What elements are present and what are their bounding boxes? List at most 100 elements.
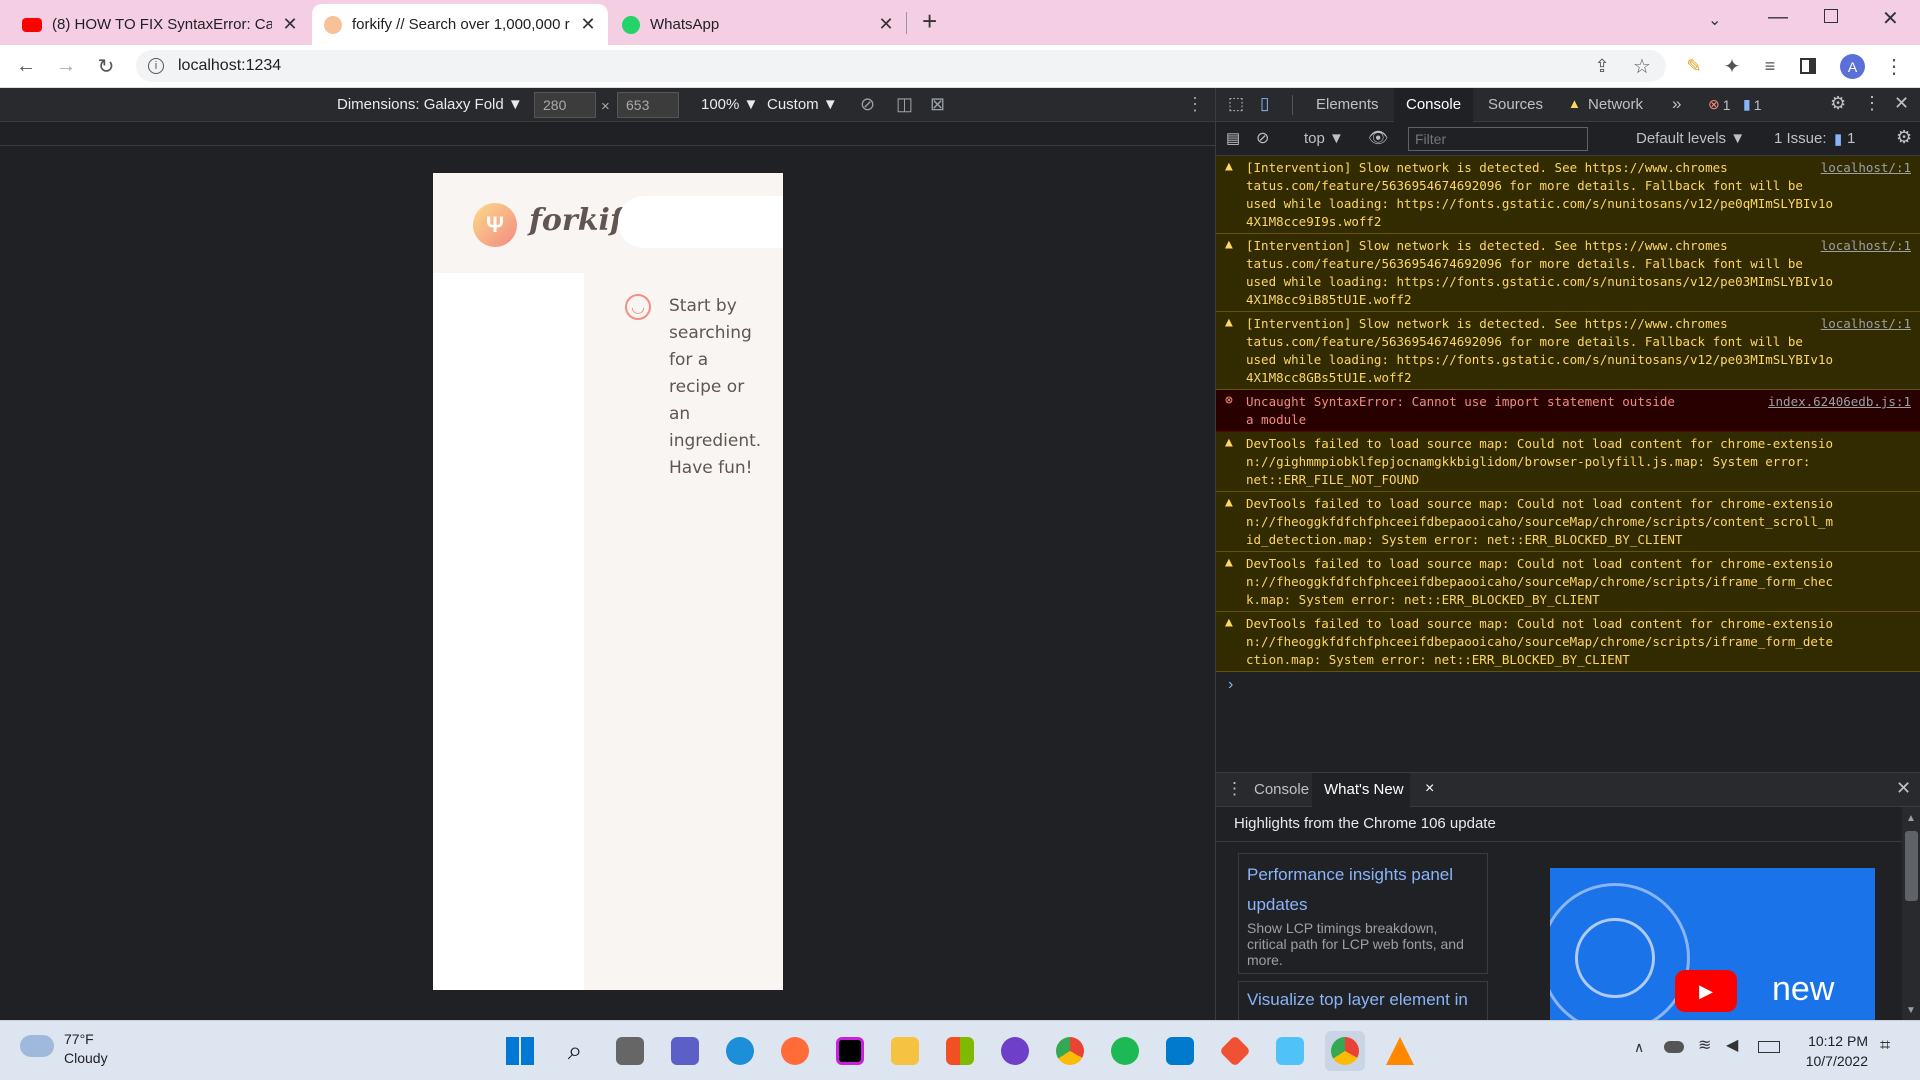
drawer-tab-close-icon[interactable]: ×	[1425, 780, 1434, 798]
tab-elements[interactable]: Elements	[1304, 88, 1391, 122]
error-counter[interactable]: ⊗ 1	[1708, 96, 1731, 113]
task-view-icon[interactable]	[610, 1031, 650, 1071]
dual-screen-icon[interactable]: ◫	[896, 94, 913, 115]
tab-forkify[interactable]: forkify // Search over 1,000,000 recipes…	[312, 4, 608, 45]
bookmark-star-icon[interactable]: ☆	[1628, 52, 1656, 80]
card-title[interactable]: Performance insights panel updates	[1247, 860, 1479, 920]
new-tab-button[interactable]: +	[922, 6, 937, 37]
drawer-tab-console[interactable]: Console	[1242, 773, 1321, 807]
console-warning-message[interactable]: ▲ DevTools failed to load source map: Cou…	[1216, 552, 1920, 612]
intellij-icon[interactable]	[830, 1031, 870, 1071]
onedrive-icon[interactable]	[1664, 1041, 1684, 1053]
rotate-icon[interactable]: ⊘	[860, 94, 875, 115]
search-bar[interactable]	[618, 196, 783, 248]
issues-label[interactable]: 1 Issue:	[1774, 130, 1827, 147]
site-info-icon[interactable]: i	[148, 58, 164, 74]
device-toggle-icon[interactable]: ▯	[1260, 94, 1269, 114]
spotify-icon[interactable]	[1105, 1031, 1145, 1071]
close-icon[interactable]: ✕	[580, 14, 596, 35]
close-icon[interactable]: ✕	[878, 14, 894, 35]
scrollbar-thumb[interactable]	[1905, 831, 1918, 901]
profile-avatar[interactable]: A	[1840, 54, 1865, 79]
youtube-play-icon[interactable]: ▶	[1675, 970, 1737, 1012]
notepad-icon[interactable]	[1270, 1031, 1310, 1071]
tab-console[interactable]: Console	[1394, 88, 1474, 122]
weather-temp[interactable]: 77°F	[64, 1031, 94, 1047]
vlc-icon[interactable]	[1380, 1031, 1420, 1071]
console-warning-message[interactable]: ▲ DevTools failed to load source map: Cou…	[1216, 492, 1920, 552]
minimize-icon[interactable]: —	[1768, 6, 1788, 29]
drawer-scrollbar[interactable]: ▲ ▼	[1902, 807, 1920, 1021]
tab-search-icon[interactable]: ⌄	[1708, 10, 1721, 30]
inspect-icon[interactable]: ⬚	[1228, 94, 1244, 114]
device-dimensions-select[interactable]: Dimensions: Galaxy Fold ▼	[337, 96, 523, 113]
address-bar[interactable]: i localhost:1234	[136, 50, 1666, 82]
extensions-puzzle-icon[interactable]: ✦	[1718, 52, 1746, 80]
device-options-icon[interactable]: ⋮	[1186, 94, 1204, 115]
wifi-icon[interactable]: ≋	[1698, 1035, 1711, 1055]
sidebar-toggle-icon[interactable]: ▤	[1226, 129, 1240, 147]
share-icon[interactable]: ⇪	[1588, 52, 1616, 80]
whats-new-video-thumbnail[interactable]: ▶ new	[1550, 868, 1875, 1021]
volume-icon[interactable]: ◀	[1726, 1035, 1738, 1055]
height-input[interactable]: 653	[617, 92, 679, 118]
vscode-icon[interactable]	[1160, 1031, 1200, 1071]
console-warning-message[interactable]: ▲ localhost/:1 [Intervention] Slow network…	[1216, 156, 1920, 234]
issues-badge-count[interactable]: 1	[1847, 130, 1855, 147]
forward-icon[interactable]: →	[52, 52, 80, 80]
console-warning-message[interactable]: ▲ DevTools failed to load source map: Cou…	[1216, 432, 1920, 492]
sensor-icon[interactable]: ⊠	[930, 94, 945, 115]
postman-icon[interactable]	[775, 1031, 815, 1071]
cloud-icon[interactable]	[20, 1035, 54, 1057]
width-input[interactable]: 280	[534, 92, 596, 118]
log-levels-select[interactable]: Default levels ▼	[1636, 130, 1745, 147]
zoom-select[interactable]: 100% ▼	[701, 96, 758, 113]
tray-overflow-icon[interactable]: ∧	[1634, 1039, 1644, 1056]
message-source-link[interactable]: localhost/:1	[1821, 237, 1911, 255]
maximize-icon[interactable]	[1824, 9, 1838, 23]
side-panel-icon[interactable]	[1800, 58, 1816, 74]
clear-console-icon[interactable]: ⊘	[1256, 128, 1269, 148]
console-settings-icon[interactable]: ⚙	[1896, 127, 1912, 148]
drawer-tab-whats-new[interactable]: What's New	[1312, 773, 1410, 807]
media-query-bar[interactable]	[0, 122, 1215, 146]
tab-sources[interactable]: Sources	[1476, 88, 1555, 122]
microsoft-store-icon[interactable]	[940, 1031, 980, 1071]
message-source-link[interactable]: localhost/:1	[1821, 315, 1911, 333]
tab-youtube[interactable]: (8) HOW TO FIX SyntaxError: Cannot use i…	[10, 4, 310, 45]
window-close-icon[interactable]: ✕	[1882, 6, 1899, 31]
devtools-close-icon[interactable]: ✕	[1894, 93, 1909, 114]
message-source-link[interactable]: localhost/:1	[1821, 159, 1911, 177]
drawer-menu-icon[interactable]: ⋮	[1226, 779, 1243, 799]
message-source-link[interactable]: index.62406edb.js:1	[1768, 393, 1911, 411]
more-tabs-icon[interactable]: »	[1672, 94, 1681, 114]
scroll-down-icon[interactable]: ▼	[1906, 1005, 1916, 1016]
notification-icon[interactable]: ⌗	[1880, 1035, 1890, 1056]
console-error-message[interactable]: ⊗ index.62406edb.js:1 Uncaught SyntaxError…	[1216, 390, 1920, 432]
reload-icon[interactable]: ↻	[92, 52, 120, 80]
teams-chat-icon[interactable]	[665, 1031, 705, 1071]
throttle-select[interactable]: Custom ▼	[767, 96, 838, 113]
tab-network[interactable]: Network	[1576, 88, 1655, 122]
console-warning-message[interactable]: ▲ DevTools failed to load source map: Cou…	[1216, 612, 1920, 672]
start-windows-icon[interactable]	[500, 1031, 540, 1071]
live-expression-eye-icon[interactable]: 👁	[1368, 128, 1388, 148]
drawer-close-icon[interactable]: ✕	[1896, 778, 1911, 799]
issue-counter[interactable]: ▮ 1	[1743, 96, 1762, 113]
context-select[interactable]: top ▼	[1304, 130, 1344, 147]
chrome-icon[interactable]	[1050, 1031, 1090, 1071]
settings-gear-icon[interactable]: ⚙	[1830, 93, 1846, 114]
back-icon[interactable]: ←	[12, 52, 40, 80]
customize-menu-icon[interactable]: ⋮	[1863, 93, 1881, 114]
console-filter-input[interactable]	[1408, 127, 1588, 151]
scroll-up-icon[interactable]: ▲	[1906, 813, 1916, 824]
console-prompt[interactable]: ›	[1228, 676, 1233, 694]
card-title[interactable]: Visualize top layer element in	[1247, 988, 1479, 1012]
tab-whatsapp[interactable]: WhatsApp ✕	[610, 4, 906, 45]
feature-card-top-layer[interactable]: Visualize top layer element in	[1238, 981, 1488, 1021]
git-icon[interactable]	[1215, 1031, 1255, 1071]
github-desktop-icon[interactable]	[995, 1031, 1035, 1071]
clock-time[interactable]: 10:12 PM	[1804, 1033, 1868, 1049]
feature-card-performance[interactable]: Performance insights panel updates Show …	[1238, 853, 1488, 974]
menu-kebab-icon[interactable]: ⋮	[1880, 52, 1908, 80]
